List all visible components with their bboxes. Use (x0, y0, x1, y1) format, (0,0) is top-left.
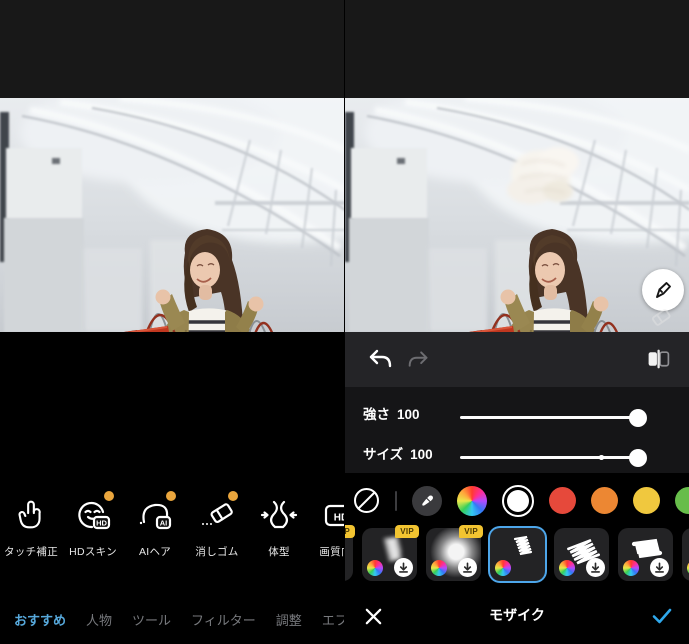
touch-hand-icon (12, 496, 50, 534)
top-letterbox (345, 0, 689, 98)
mosaic-brush-list: VIP VIP (345, 528, 689, 588)
before-after-compare-icon (646, 347, 671, 372)
tool-label: タッチ補正 (4, 544, 58, 559)
strength-slider-row: 強さ 100 (345, 397, 689, 427)
tool-body-shape[interactable]: 体型 (248, 493, 310, 559)
brush-color-wheel-icon (367, 560, 383, 576)
tool-touch-retouch[interactable]: タッチ補正 (0, 493, 62, 559)
strength-label: 強さ (363, 407, 390, 422)
color-wheel-button[interactable] (457, 486, 487, 516)
tool-label: 消しゴム (195, 544, 238, 559)
mosaic-footer-bar: モザイク (345, 592, 689, 644)
tab-tools[interactable]: ツール (132, 610, 171, 629)
confirm-button[interactable] (649, 603, 675, 629)
mosaic-edit-panel: 強さ 100 サイズ 100 (345, 0, 689, 644)
size-label: サイズ (363, 447, 403, 462)
brush-scribble-selected[interactable] (490, 528, 545, 581)
tab-person[interactable]: 人物 (86, 610, 112, 629)
redo-button[interactable] (407, 348, 430, 371)
color-picker-row (345, 473, 689, 528)
brush-tile-offscreen-right[interactable] (682, 528, 689, 581)
no-color-button[interactable] (353, 487, 380, 514)
tab-adjust[interactable]: 調整 (276, 610, 302, 629)
brush-dense-scribble[interactable] (554, 528, 609, 581)
tool-hd-skin[interactable]: HD HDスキン (62, 493, 124, 559)
size-slider-thumb[interactable] (629, 449, 647, 467)
strength-value: 100 (397, 407, 420, 422)
brush-thick-scribble[interactable] (618, 528, 673, 581)
new-badge-dot (104, 491, 114, 501)
vip-badge: VIP (459, 525, 483, 538)
category-tabs: おすすめ 人物 ツール フィルター 調整 エフェクト (0, 604, 344, 634)
swatch-orange[interactable] (591, 487, 618, 514)
brush-blur-scribble[interactable]: VIP (362, 528, 417, 581)
brush-color-wheel-icon (431, 560, 447, 576)
photo-after[interactable] (345, 98, 689, 332)
undo-icon (367, 346, 393, 372)
redo-icon (407, 348, 430, 371)
photo-before (0, 98, 344, 332)
compare-button[interactable] (646, 347, 671, 372)
eyedropper-button[interactable] (412, 486, 442, 516)
tools-row: タッチ補正 HD HDスキン (0, 493, 344, 559)
svg-text:AI: AI (160, 519, 168, 528)
tab-filter[interactable]: フィルター (191, 610, 256, 629)
body-shape-icon (259, 495, 299, 535)
swatch-white-selected[interactable] (502, 485, 534, 517)
eraser-tool-button[interactable] (648, 304, 674, 330)
hd-quality-icon: HD (321, 495, 344, 535)
strength-slider[interactable] (460, 416, 638, 419)
size-default-tick (599, 455, 604, 460)
eyedropper-icon (418, 492, 436, 510)
vip-badge: VIP (395, 525, 419, 538)
brush-color-wheel-icon (495, 560, 511, 576)
size-value: 100 (410, 447, 433, 462)
vip-badge: VIP (345, 525, 355, 538)
photo-editor-screen: タッチ補正 HD HDスキン (0, 0, 689, 644)
brush-settings-panel: 強さ 100 サイズ 100 (345, 387, 689, 473)
undo-button[interactable] (367, 346, 393, 372)
eraser-icon (197, 495, 237, 535)
download-icon[interactable] (458, 558, 477, 577)
tab-recommended[interactable]: おすすめ (14, 610, 66, 629)
download-icon[interactable] (394, 558, 413, 577)
strength-slider-thumb[interactable] (629, 409, 647, 427)
svg-text:HD: HD (334, 513, 344, 524)
checkmark-icon (650, 604, 674, 628)
tool-eraser[interactable]: 消しゴム (186, 493, 248, 559)
svg-text:HD: HD (96, 519, 107, 528)
tool-label: 画質向上 (319, 544, 344, 559)
ai-hair-icon: AI (135, 495, 175, 535)
tool-label: 体型 (268, 544, 290, 559)
pen-icon (651, 278, 675, 302)
hd-skin-face-icon: HD (73, 495, 113, 535)
download-icon[interactable] (650, 558, 669, 577)
before-edit-panel: タッチ補正 HD HDスキン (0, 0, 344, 644)
brush-tile-offscreen[interactable]: VIP (345, 528, 353, 581)
swatch-green[interactable] (675, 487, 689, 514)
panel-title: モザイク (345, 605, 689, 625)
size-slider-row: サイズ 100 (345, 437, 689, 467)
tool-hd-quality[interactable]: HD 画質向上 (310, 493, 344, 559)
tool-label: HDスキン (69, 544, 117, 559)
tool-ai-hair[interactable]: AI AIヘア (124, 493, 186, 559)
swatch-yellow[interactable] (633, 487, 660, 514)
new-badge-dot (228, 491, 238, 501)
divider (395, 491, 397, 511)
history-bar (345, 332, 689, 387)
brush-color-wheel-icon (559, 560, 575, 576)
top-letterbox (0, 0, 344, 98)
tab-effects[interactable]: エフェクト (322, 610, 344, 629)
brush-color-wheel-icon (623, 560, 639, 576)
tool-label: AIヘア (139, 544, 171, 559)
brush-soft-blur[interactable]: VIP (426, 528, 481, 581)
size-slider[interactable] (460, 456, 638, 459)
swatch-red[interactable] (549, 487, 576, 514)
new-badge-dot (166, 491, 176, 501)
download-icon[interactable] (586, 558, 605, 577)
